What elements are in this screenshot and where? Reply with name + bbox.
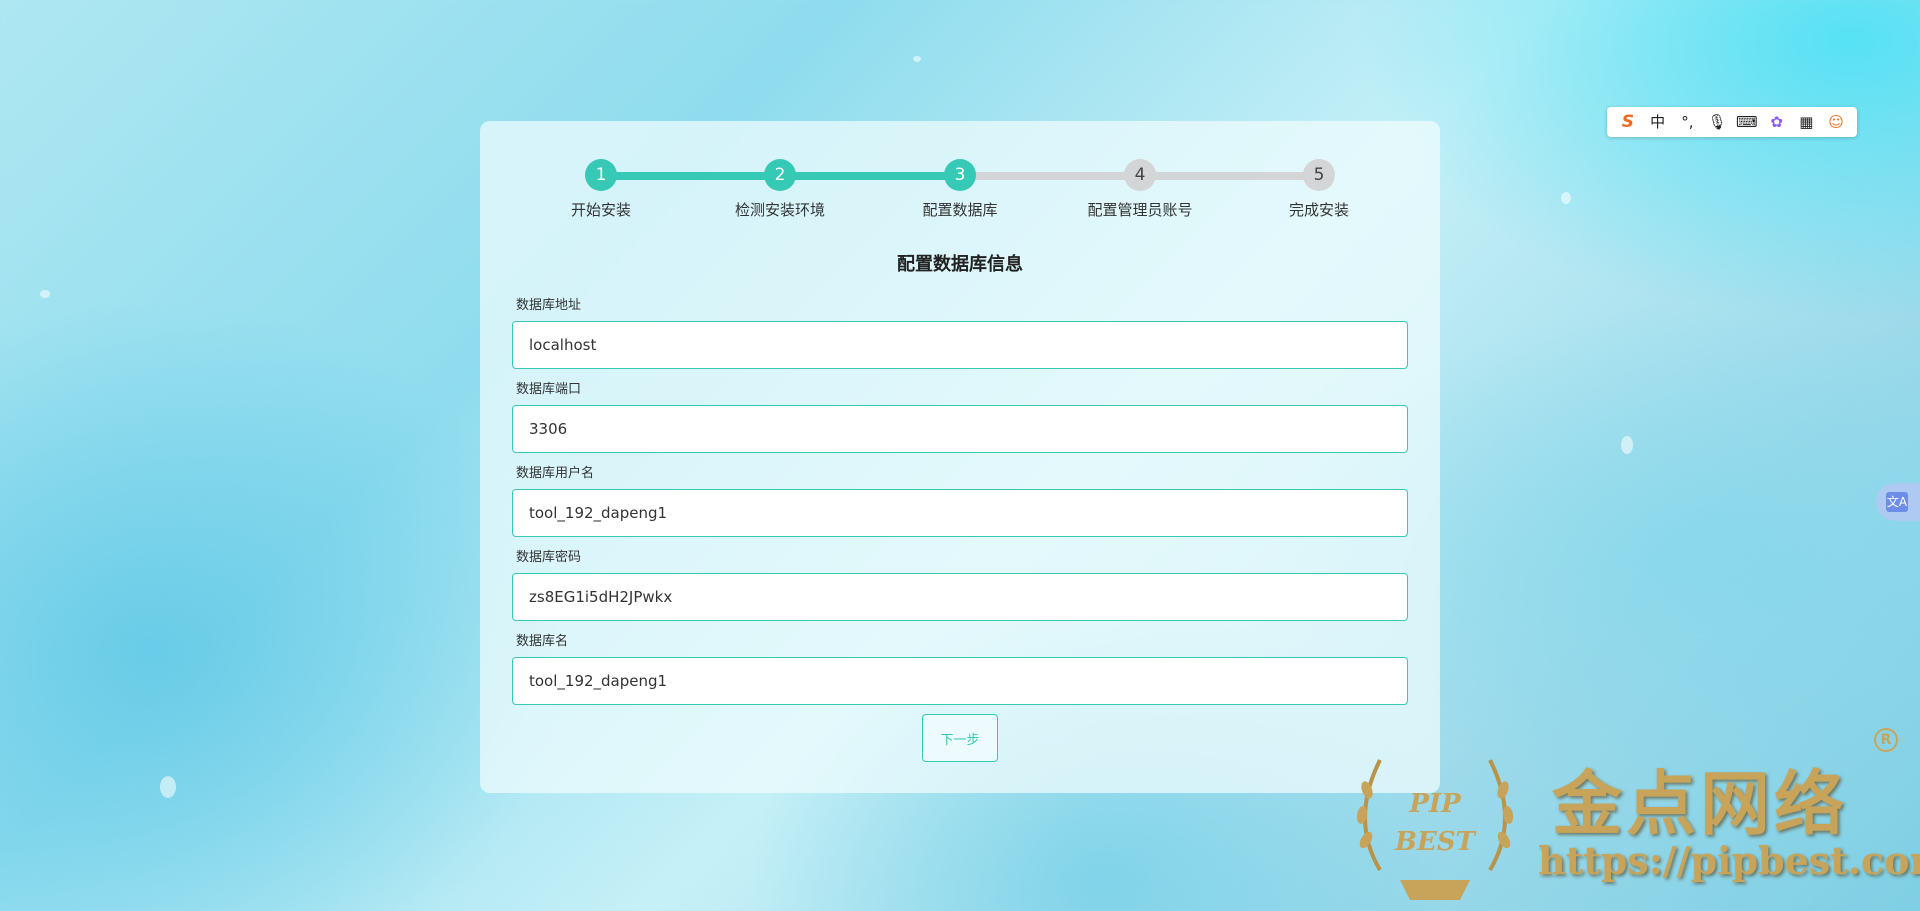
db-password-label: 数据库密码 <box>516 550 582 565</box>
background-splatter <box>40 290 50 298</box>
mascot-icon[interactable]: ☺ <box>1823 107 1849 137</box>
sogou-logo-icon[interactable]: S <box>1615 107 1641 137</box>
form-title: 配置数据库信息 <box>897 254 1023 275</box>
background-splatter <box>913 56 921 62</box>
step-3-label: 配置数据库 <box>922 201 998 219</box>
background-splatter <box>1561 192 1571 204</box>
step-1-label: 开始安装 <box>570 201 631 219</box>
skin-icon[interactable]: ✿ <box>1764 107 1790 137</box>
registered-mark-icon: R <box>1874 728 1898 752</box>
step-connector <box>780 172 960 180</box>
watermark-emblem-line-1: PIP <box>1408 789 1462 819</box>
installer-card: 1 2 3 4 5 开始安装 检测安装环境 配置数据库 配置管理员账号 完成安装… <box>480 121 1440 793</box>
db-host-label: 数据库地址 <box>516 298 582 313</box>
db-port-label: 数据库端口 <box>516 382 582 397</box>
watermark-title: 金点网络 <box>1552 762 1848 845</box>
step-2-circle: 2 <box>764 159 796 191</box>
step-4-circle: 4 <box>1124 159 1156 191</box>
next-step-button[interactable]: 下一步 <box>922 714 998 762</box>
punctuation-icon[interactable]: °, <box>1674 107 1700 137</box>
db-username-input[interactable] <box>512 489 1408 537</box>
db-name-input[interactable] <box>512 657 1408 705</box>
chinese-mode-icon[interactable]: 中 <box>1645 107 1671 137</box>
ime-toolbar[interactable]: S 中 °, 🎙 ⌨ ✿ ▦ ☺ <box>1607 107 1857 137</box>
watermark-emblem: PIP BEST <box>1356 759 1514 900</box>
db-username-label: 数据库用户名 <box>516 466 595 481</box>
step-connector <box>960 172 1140 180</box>
background-splatter <box>160 776 176 798</box>
keyboard-icon[interactable]: ⌨ <box>1734 107 1760 137</box>
step-5-label: 完成安装 <box>1288 201 1349 219</box>
translate-icon: 文A <box>1886 492 1908 512</box>
grid-menu-icon[interactable]: ▦ <box>1793 107 1819 137</box>
step-2-label: 检测安装环境 <box>734 201 825 219</box>
background-splatter <box>1621 436 1633 454</box>
db-name-label: 数据库名 <box>516 634 569 649</box>
db-host-input[interactable] <box>512 321 1408 369</box>
step-4-label: 配置管理员账号 <box>1087 201 1193 219</box>
step-connector <box>1140 172 1319 180</box>
step-1-circle: 1 <box>585 159 617 191</box>
microphone-icon[interactable]: 🎙 <box>1704 107 1730 137</box>
step-5-circle: 5 <box>1303 159 1335 191</box>
translate-button[interactable]: 文A <box>1876 483 1920 521</box>
step-3-circle: 3 <box>944 159 976 191</box>
progress-steps: 1 2 3 4 5 开始安装 检测安装环境 配置数据库 配置管理员账号 完成安装 <box>480 157 1440 219</box>
watermark-url: https://pipbest.com <box>1538 838 1920 883</box>
step-connector <box>601 172 780 180</box>
db-password-input[interactable] <box>512 573 1408 621</box>
watermark-emblem-line-2: BEST <box>1394 827 1477 857</box>
db-port-input[interactable] <box>512 405 1408 453</box>
